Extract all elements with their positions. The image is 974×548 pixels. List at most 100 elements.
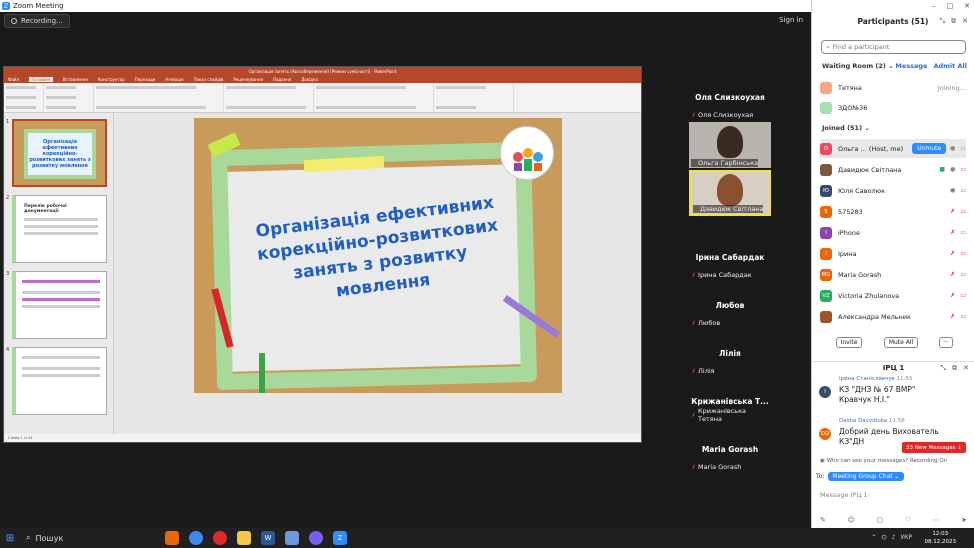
send-icon[interactable]: ➤	[961, 516, 967, 524]
video-off-icon: ▭	[960, 229, 966, 236]
tile-label-text: Maria Gorash	[698, 463, 742, 471]
close-chat-icon[interactable]: ✕	[963, 364, 969, 373]
window-title: Zoom Meeting	[13, 2, 64, 10]
participant-search-input[interactable]: ⌕ Find a participant	[821, 40, 966, 54]
more-button[interactable]: ···	[939, 337, 953, 348]
more-icon[interactable]: ⋯	[932, 516, 939, 524]
collapse-icon[interactable]: ⤡	[940, 17, 946, 26]
zoom-logo-icon: Z	[2, 2, 10, 10]
ppt-tab[interactable]: Переходи	[135, 77, 156, 82]
participant-row[interactable]: Давидюк Світлана ■ ● ▭	[820, 160, 966, 179]
participant-name: Тетяна	[838, 83, 862, 92]
participant-row[interactable]: О Ольга ... (Host, me) Unmute ● ▭	[820, 139, 966, 158]
photos-icon[interactable]	[285, 531, 299, 545]
sender-name: Dasha Davydiuka	[839, 418, 888, 424]
ppt-tab[interactable]: Вставлення	[63, 77, 88, 82]
participant-row[interactable]: Ю Юля Саволюк ● ▭	[820, 181, 966, 200]
joined-header[interactable]: Joined (51) ⌄	[822, 124, 870, 132]
emoji-icon[interactable]: ☺	[847, 516, 854, 524]
signin-button[interactable]: Sign in	[779, 16, 803, 24]
windows-start-icon[interactable]: ⊞	[0, 528, 20, 548]
tile-name: Крижанівська Т...	[691, 396, 769, 406]
slide-thumbnail-2[interactable]: Перелік робочої документації	[12, 195, 107, 263]
recording-indicator[interactable]: Recording...	[4, 14, 70, 28]
screenshot-icon[interactable]: ▢	[876, 516, 883, 524]
video-tile[interactable]: ✗ Давидюк Світлана	[689, 170, 771, 216]
opera-icon[interactable]	[213, 531, 227, 545]
participant-row[interactable]: VZ Victoria Zhulanova ✗ ▭	[820, 286, 966, 305]
slide-thumbnails: 1 Організація ефективних корекційно-розв…	[4, 113, 114, 435]
ppt-tab[interactable]: Анімація	[165, 77, 183, 82]
video-tile[interactable]: Любов ✗ Любов	[689, 282, 771, 328]
viber-icon[interactable]	[309, 531, 323, 545]
ppt-titlebar: Організація занять (Автозбереження) [Реж…	[4, 67, 641, 75]
thumb-number: 2	[6, 195, 10, 201]
close-panel-icon[interactable]: ✕	[962, 17, 968, 26]
network-icon[interactable]: ⌬	[881, 534, 886, 541]
video-tile[interactable]: Лілія ✗ Лілія	[689, 330, 771, 376]
chat-input[interactable]: Message ІРЦ 1	[820, 491, 868, 499]
ppt-tab[interactable]: Показ слайдів	[194, 77, 224, 82]
slide-thumbnail-1[interactable]: Організація ефективних корекційно-розвит…	[12, 119, 107, 187]
privacy-note[interactable]: ◉ Who can see your messages? Recording O…	[820, 458, 947, 464]
tile-label: ✗ Ольга Гарбінська	[691, 159, 759, 167]
muted-mic-icon: ✗	[691, 111, 697, 119]
chrome-icon[interactable]	[189, 531, 203, 545]
ppt-tab[interactable]: Основне	[29, 76, 53, 82]
participant-row[interactable]: MG Maria Gorash ✗ ▭	[820, 265, 966, 284]
participant-row[interactable]: I Ірина ✗ ▭	[820, 244, 966, 263]
participant-row[interactable]: Александра Мельник ✗ ▭	[820, 307, 966, 326]
format-icon[interactable]: ✎	[820, 516, 826, 524]
chat-sender[interactable]: Dasha Davydiuka 11:56	[839, 418, 905, 424]
join-status: Joining...	[937, 83, 966, 92]
new-messages-button[interactable]: 33 New Messages ↓	[902, 442, 966, 453]
waiting-row[interactable]: Тетяна Joining...	[820, 78, 966, 97]
admit-all-button[interactable]: Admit All	[933, 62, 967, 70]
muted-mic-icon: ✗	[691, 159, 697, 167]
video-tile[interactable]: Оля Слизкоухая ✗ Оля Слизкоухая	[689, 74, 771, 120]
word-icon[interactable]: W	[261, 531, 275, 545]
invite-button[interactable]: Invite	[836, 337, 862, 348]
taskbar-clock[interactable]: 12:03 08.12.2023	[925, 530, 957, 546]
message-button[interactable]: Message	[895, 62, 927, 70]
muted-mic-icon: ✗	[950, 292, 956, 299]
institution-logo	[500, 126, 554, 180]
popout-icon[interactable]: ⧉	[952, 364, 957, 373]
tile-label: ✗ Ірина Сабардак	[691, 271, 752, 279]
ppt-tab[interactable]: Подання	[273, 77, 291, 82]
popout-icon[interactable]: ⧉	[951, 17, 956, 26]
ppt-tab[interactable]: Рецензування	[233, 77, 263, 82]
mute-all-button[interactable]: Mute All	[884, 337, 918, 348]
zoom-taskbar-icon[interactable]: Z	[333, 531, 347, 545]
taskbar-search[interactable]: ⌕ Пошук	[20, 528, 120, 548]
waiting-room-label[interactable]: Waiting Room (2) ⌄	[822, 62, 894, 70]
ppt-ribbon-tabs: Файл Основне Вставлення Конструктор Переходи…	[4, 75, 641, 83]
firefox-icon[interactable]	[165, 531, 179, 545]
video-tile[interactable]: Ірина Сабардак ✗ Ірина Сабардак	[689, 234, 771, 280]
avatar: I	[819, 386, 831, 398]
video-tile[interactable]: ✗ Ольга Гарбінська	[689, 122, 771, 168]
reaction-icon[interactable]: ♡	[905, 516, 911, 524]
ppt-tab[interactable]: Довідка	[301, 77, 318, 82]
slide-thumbnail-4[interactable]	[12, 347, 107, 415]
recording-label: Recording...	[21, 17, 63, 25]
volume-icon[interactable]: ♪	[892, 534, 896, 541]
ribbon-group-clipboard	[4, 83, 44, 112]
participant-row[interactable]: 5 575283 ✗ ▭	[820, 202, 966, 221]
slide-thumbnail-3[interactable]	[12, 271, 107, 339]
language-indicator[interactable]: УКР	[900, 534, 912, 541]
waiting-row[interactable]: ЗДО№36	[820, 98, 966, 117]
file-explorer-icon[interactable]	[237, 531, 251, 545]
video-tile[interactable]: Крижанівська Т... ✗ Крижанівська Тетяна	[689, 378, 771, 424]
ppt-tab[interactable]: Конструктор	[98, 77, 125, 82]
video-tile[interactable]: Maria Gorash ✗ Maria Gorash	[689, 426, 771, 472]
participant-name: Ірина	[838, 249, 857, 258]
participant-video	[717, 174, 743, 206]
chevron-up-icon[interactable]: ⌃	[871, 534, 876, 541]
ppt-tab[interactable]: Файл	[8, 77, 19, 82]
chat-sender[interactable]: Ірина Станіславчук 11:55	[839, 376, 913, 382]
collapse-icon[interactable]: ⤡	[941, 364, 947, 373]
recipient-dropdown[interactable]: Meeting Group Chat ⌄	[828, 472, 904, 481]
participant-row[interactable]: IiPhone ✗ ▭	[820, 223, 966, 242]
unmute-button[interactable]: Unmute	[912, 143, 947, 154]
